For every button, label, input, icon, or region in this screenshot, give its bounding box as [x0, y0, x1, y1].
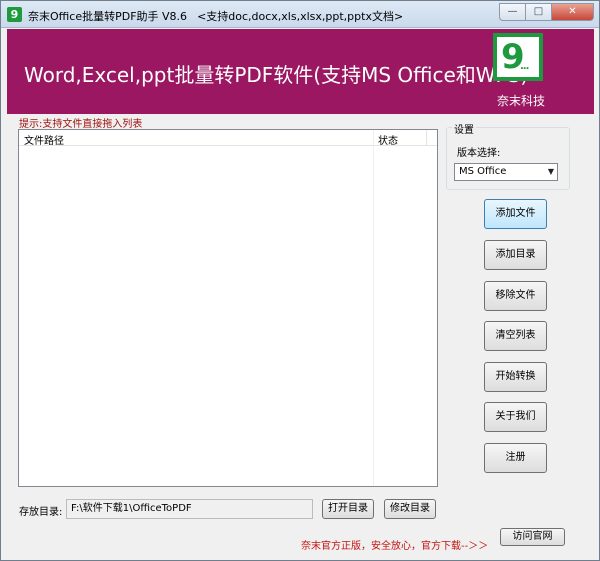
- about-button[interactable]: 关于我们: [484, 402, 547, 432]
- header-banner: Word,Excel,ppt批量转PDF软件(支持MS Office和WPS) …: [7, 29, 594, 114]
- header-divider: [426, 130, 427, 146]
- promo-text: 奈末官方正版，安全放心，官方下载--＞＞: [301, 541, 489, 552]
- file-list[interactable]: 文件路径 状态: [18, 129, 438, 487]
- column-divider[interactable]: [373, 130, 374, 486]
- version-select[interactable]: MS Office ▼: [454, 163, 558, 181]
- maximize-button[interactable]: □: [525, 3, 551, 21]
- company-logo: 9 ...: [493, 33, 543, 81]
- title-bar[interactable]: 9 奈末Office批量转PDF助手 V8.6 <支持doc,docx,xls,x…: [1, 1, 599, 28]
- column-header-status[interactable]: 状态: [378, 132, 398, 147]
- open-directory-button[interactable]: 打开目录: [322, 499, 374, 519]
- app-window: 9 奈末Office批量转PDF助手 V8.6 <支持doc,docx,xls,x…: [0, 0, 600, 561]
- add-directory-button[interactable]: 添加目录: [484, 240, 547, 270]
- window-title-subtitle: <支持doc,docx,xls,xlsx,ppt,pptx文档>: [197, 10, 404, 23]
- logo-dots: ...: [520, 61, 529, 72]
- output-dir-field[interactable]: F:\软件下载1\OfficeToPDF: [66, 499, 313, 519]
- window-title: 奈末Office批量转PDF助手 V8.6 <支持doc,docx,xls,xls…: [28, 8, 403, 24]
- remove-file-button[interactable]: 移除文件: [484, 281, 547, 311]
- change-directory-button[interactable]: 修改目录: [384, 499, 436, 519]
- register-button[interactable]: 注册: [484, 443, 547, 473]
- close-button[interactable]: ✕: [551, 3, 594, 21]
- version-label: 版本选择:: [457, 148, 501, 159]
- start-convert-button[interactable]: 开始转换: [484, 362, 547, 392]
- column-header-path[interactable]: 文件路径: [24, 132, 64, 147]
- clear-list-button[interactable]: 清空列表: [484, 321, 547, 351]
- banner-headline: Word,Excel,ppt批量转PDF软件(支持MS Office和WPS): [24, 63, 529, 87]
- app-icon: 9: [7, 7, 22, 22]
- window-title-name: 奈末Office批量转PDF助手 V8.6: [28, 10, 188, 23]
- visit-website-button[interactable]: 访问官网: [500, 528, 565, 546]
- add-file-button[interactable]: 添加文件: [484, 199, 547, 229]
- chevron-down-icon: ▼: [547, 167, 554, 176]
- window-controls: — □ ✕: [499, 3, 594, 21]
- minimize-button[interactable]: —: [499, 3, 525, 21]
- list-header: 文件路径 状态: [19, 130, 437, 147]
- logo-numeral: 9: [497, 37, 539, 77]
- output-dir-label: 存放目录:: [19, 507, 63, 518]
- company-name: 奈末科技: [497, 94, 546, 108]
- settings-title: 设置: [452, 121, 476, 136]
- version-select-value: MS Office: [459, 166, 507, 177]
- drag-hint: 提示:支持文件直接拖入列表: [19, 119, 143, 130]
